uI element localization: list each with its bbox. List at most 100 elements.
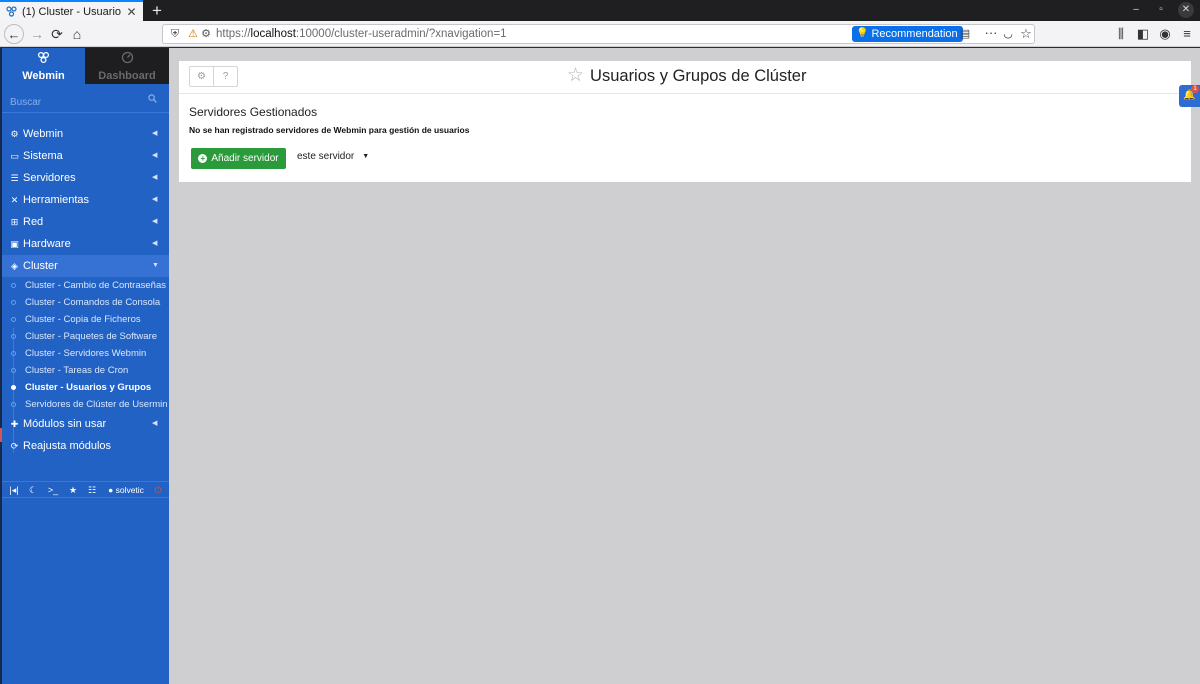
sidebar-item-label: Servidores <box>23 172 76 184</box>
account-icon[interactable]: ◉ <box>1155 24 1175 44</box>
add-server-button[interactable]: + Añadir servidor <box>191 148 286 169</box>
home-icon[interactable]: ⌂ <box>67 24 87 44</box>
bullet-icon <box>11 300 16 305</box>
bullet-icon <box>11 334 16 339</box>
hdd-icon: ▣ <box>10 239 19 249</box>
sidebar-item-refresh-modules[interactable]: ⟳ Reajusta módulos <box>2 435 169 457</box>
sidebar-subitem-label: Cluster - Copia de Ficheros <box>25 314 141 325</box>
settings-sliders-icon[interactable]: ☷ <box>85 482 99 498</box>
logout-icon[interactable]: ⏻ <box>151 482 165 498</box>
hamburger-menu-icon[interactable]: ≡ <box>1177 24 1197 44</box>
sidebar-item-label: Sistema <box>23 150 63 162</box>
sidebar-item-label: Módulos sin usar <box>23 418 107 430</box>
page-actions-icon[interactable]: ··· <box>983 26 999 42</box>
terminal-icon[interactable]: >_ <box>45 482 61 498</box>
sidebar-item-cluster[interactable]: ◈ Cluster ▼ <box>2 255 169 277</box>
plus-circle-icon: + <box>198 154 208 163</box>
tracking-shield-icon[interactable]: ⛨ <box>168 27 182 41</box>
webmin-favicon-icon <box>6 6 17 17</box>
refresh-icon: ⟳ <box>10 441 19 451</box>
sidebar-subitem[interactable]: Cluster - Tareas de Cron <box>2 362 169 379</box>
laptop-icon: ▭ <box>10 151 19 161</box>
sidebar-item-red[interactable]: ⊞ Red ◀ <box>2 211 169 233</box>
user-account-button[interactable]: ● solvetic <box>104 482 148 498</box>
sidebar-subitem-label: Cluster - Usuarios y Grupos <box>25 382 152 393</box>
sidebar-subitem[interactable]: Cluster - Comandos de Consola <box>2 294 169 311</box>
bullet-icon <box>11 317 16 322</box>
sidebar-item-servidores[interactable]: ☰ Servidores ◀ <box>2 167 169 189</box>
browser-tab-strip: (1) Cluster - Usuarios y G ✕ + – ▫ ✕ <box>0 0 1200 21</box>
user-name: solvetic <box>115 485 144 495</box>
pocket-icon[interactable]: ◡ <box>1001 27 1015 41</box>
sidebar-item-hardware[interactable]: ▣ Hardware ◀ <box>2 233 169 255</box>
search-icon[interactable] <box>148 94 157 106</box>
user-icon: ● <box>108 485 114 495</box>
notifications-button[interactable]: 🔔 1 <box>1179 85 1200 107</box>
sidebar-item-unused-modules[interactable]: ✚ Módulos sin usar ◀ <box>2 413 169 435</box>
address-bar[interactable]: ⛨ ⚠ ⚙ https://localhost:10000/cluster-us… <box>162 24 1035 44</box>
page-title: ☆ Usuarios y Grupos de Clúster <box>567 66 806 86</box>
sidebar-subitem-label: Cluster - Comandos de Consola <box>25 297 161 308</box>
content-panel: ⚙ ? ☆ Usuarios y Grupos de Clúster Servi… <box>179 61 1191 182</box>
sidebar-subitem[interactable]: Cluster - Cambio de Contraseñas <box>2 277 169 294</box>
sidebar-subitem[interactable]: Servidores de Clúster de Usermin <box>2 396 169 413</box>
minimize-icon[interactable]: – <box>1128 2 1144 18</box>
new-tab-button[interactable]: + <box>147 1 167 20</box>
main-content: ⚙ ? ☆ Usuarios y Grupos de Clúster Servi… <box>169 48 1200 684</box>
tools-icon: ✕ <box>10 195 19 205</box>
search-input[interactable] <box>10 94 140 110</box>
sidebar-subitem[interactable]: Cluster - Servidores Webmin <box>2 345 169 362</box>
reader-view-icon[interactable]: ▤ <box>958 27 972 41</box>
maximize-icon[interactable]: ▫ <box>1153 2 1169 18</box>
close-tab-icon[interactable]: ✕ <box>126 6 137 18</box>
back-arrow-icon[interactable]: ← <box>4 24 24 44</box>
help-button[interactable]: ? <box>213 66 238 87</box>
close-window-icon[interactable]: ✕ <box>1178 2 1194 18</box>
url-text[interactable]: https://localhost:10000/cluster-useradmi… <box>216 28 507 40</box>
module-config-button[interactable]: ⚙ <box>189 66 214 87</box>
sidebar-subitem[interactable]: Cluster - Paquetes de Software <box>2 328 169 345</box>
night-mode-icon[interactable]: ☾ <box>26 482 40 498</box>
sidebar-subitem-active[interactable]: Cluster - Usuarios y Grupos <box>2 379 169 396</box>
sidebar-subitem-label: Cluster - Cambio de Contraseñas <box>25 280 166 291</box>
sidebar-subitem-label: Cluster - Tareas de Cron <box>25 365 129 376</box>
browser-navbar: ← → ⟳ ⌂ ⛨ ⚠ ⚙ https://localhost:10000/cl… <box>0 21 1200 47</box>
tab-webmin-label: Webmin <box>22 70 65 82</box>
forward-arrow-icon[interactable]: → <box>27 24 47 44</box>
permissions-icon[interactable]: ⚙ <box>199 27 213 41</box>
recommendation-button[interactable]: 💡 Recommendation <box>852 26 963 42</box>
sidebar-item-sistema[interactable]: ▭ Sistema ◀ <box>2 145 169 167</box>
sidebar-subitem[interactable]: Cluster - Copia de Ficheros <box>2 311 169 328</box>
favorite-star-icon[interactable]: ☆ <box>567 66 584 86</box>
collapse-sidebar-icon[interactable]: |◂| <box>7 482 21 498</box>
reload-icon[interactable]: ⟳ <box>47 24 67 44</box>
caret-down-icon: ▼ <box>362 153 370 160</box>
caret-left-icon: ◀ <box>152 240 158 247</box>
bullet-icon <box>11 351 16 356</box>
caret-left-icon: ◀ <box>152 174 158 181</box>
webmin-sidebar: Webmin Dashboard ⚙ Webmin ◀ ▭ Sistema ◀ … <box>0 48 169 684</box>
tab-webmin[interactable]: Webmin <box>2 48 85 84</box>
page-title-text: Usuarios y Grupos de Clúster <box>590 66 807 85</box>
sidebar-tabs: Webmin Dashboard <box>2 48 169 84</box>
caret-left-icon: ◀ <box>152 218 158 225</box>
favorites-star-icon[interactable]: ★ <box>66 482 80 498</box>
panel-header: ⚙ ? ☆ Usuarios y Grupos de Clúster <box>179 61 1191 94</box>
puzzle-icon: ✚ <box>10 419 19 429</box>
insecure-warning-icon[interactable]: ⚠ <box>186 27 200 41</box>
caret-down-icon: ▼ <box>152 262 159 269</box>
lightbulb-icon: 💡 <box>856 28 869 39</box>
add-server-label: Añadir servidor <box>211 153 279 164</box>
browser-tab-active[interactable]: (1) Cluster - Usuarios y G ✕ <box>0 0 143 21</box>
bookmark-star-icon[interactable]: ☆ <box>1018 26 1034 42</box>
bullet-icon <box>11 385 16 390</box>
sidebar-item-herramientas[interactable]: ✕ Herramientas ◀ <box>2 189 169 211</box>
server-select-dropdown[interactable]: este servidor ▼ <box>297 151 369 162</box>
caret-left-icon: ◀ <box>152 130 158 137</box>
library-icon[interactable]: ⫼ <box>1111 24 1131 44</box>
tab-dashboard[interactable]: Dashboard <box>85 48 169 84</box>
sidebar-item-webmin[interactable]: ⚙ Webmin ◀ <box>2 123 169 145</box>
url-host: localhost <box>250 28 296 40</box>
browser-tab-title: (1) Cluster - Usuarios y G <box>22 5 121 18</box>
sidebar-toggle-icon[interactable]: ◧ <box>1133 24 1153 44</box>
